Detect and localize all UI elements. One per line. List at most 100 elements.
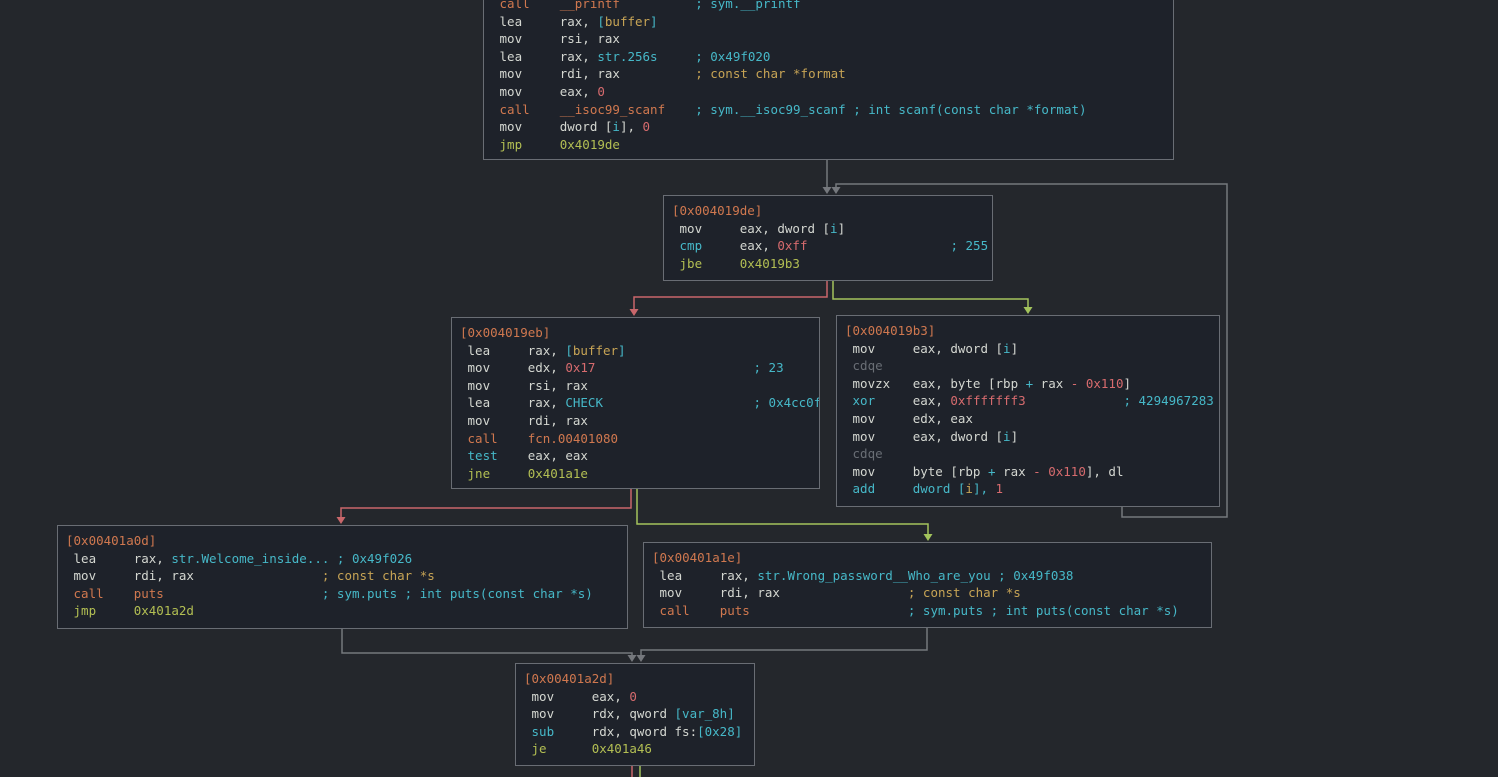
asm-token: call puts	[652, 603, 750, 618]
asm-token: i	[830, 221, 838, 236]
asm-token: ; sym.__isoc99_scanf ; int scanf(const c…	[665, 102, 1086, 117]
asm-token: mov rdi, rax	[492, 66, 620, 81]
asm-line[interactable]: mov rsi, rax	[492, 30, 1165, 48]
asm-token: i	[1003, 341, 1011, 356]
asm-token: call __isoc99_scanf	[492, 102, 665, 117]
asm-line[interactable]: sub rdx, qword fs:[0x28]	[524, 723, 746, 741]
arrowhead-down-icon	[337, 517, 346, 524]
asm-line[interactable]: lea rax, str.256s ; 0x49f020	[492, 48, 1165, 66]
asm-token: i	[1003, 429, 1011, 444]
block-0x00401a0d[interactable]: [0x00401a0d] lea rax, str.Welcome_inside…	[57, 525, 628, 629]
asm-line[interactable]: cdqe	[845, 357, 1211, 375]
asm-line[interactable]: mov rdi, rax	[460, 412, 811, 430]
block-address-label[interactable]: [0x004019eb]	[460, 324, 811, 342]
block-address-label[interactable]: [0x00401a2d]	[524, 670, 746, 688]
asm-token: movzx eax, byte [rbp	[845, 376, 1026, 391]
asm-token: - 0x110	[1071, 376, 1124, 391]
block-address-label[interactable]: [0x00401a1e]	[652, 549, 1203, 567]
asm-line[interactable]: mov byte [rbp + rax - 0x110], dl	[845, 463, 1211, 481]
edge-0x4019de-false-to-0x4019eb	[630, 281, 828, 316]
asm-line[interactable]: jmp 0x4019de	[492, 136, 1165, 154]
asm-token: lea rax,	[66, 551, 171, 566]
asm-token: mov rdx, qword	[524, 706, 675, 721]
asm-line[interactable]: mov eax, dword [i]	[845, 340, 1211, 358]
asm-line[interactable]: mov rdi, rax ; const char *s	[66, 567, 619, 585]
asm-line[interactable]: mov rdx, qword [var_8h]	[524, 705, 746, 723]
asm-line[interactable]: call __printf ; sym.__printf	[492, 0, 1165, 13]
asm-token: eax,	[875, 393, 950, 408]
asm-line[interactable]: call puts ; sym.puts ; int puts(const ch…	[652, 602, 1203, 620]
asm-line[interactable]: mov rsi, rax	[460, 377, 811, 395]
block-address-label[interactable]: [0x004019de]	[672, 202, 984, 220]
asm-token: cdqe	[845, 358, 883, 373]
asm-line[interactable]: call __isoc99_scanf ; sym.__isoc99_scanf…	[492, 101, 1165, 119]
block-address-label[interactable]: [0x00401a0d]	[66, 532, 619, 550]
asm-line[interactable]: mov edx, 0x17 ; 23	[460, 359, 811, 377]
asm-token: mov rsi, rax	[492, 31, 620, 46]
asm-token: 0xff	[777, 238, 807, 253]
asm-token: mov eax, dword [	[845, 341, 1003, 356]
asm-token: ; sym.puts ; int puts(const char *s)	[750, 603, 1179, 618]
asm-token: jbe 0x4019b3	[672, 256, 800, 271]
asm-line[interactable]: mov eax, 0	[524, 688, 746, 706]
asm-token: ; sym.__printf	[620, 0, 801, 11]
asm-line[interactable]: call fcn.00401080	[460, 430, 811, 448]
asm-token: ; sym.puts ; int puts(const char *s)	[164, 586, 593, 601]
asm-token: lea rax,	[492, 49, 597, 64]
asm-token: 1	[996, 481, 1004, 496]
arrowhead-down-icon	[832, 187, 841, 194]
asm-line[interactable]: je 0x401a46	[524, 740, 746, 758]
asm-token: 0xfffffff3	[950, 393, 1025, 408]
asm-token: ]	[618, 343, 626, 358]
asm-token: - 0x110	[1033, 464, 1086, 479]
asm-line[interactable]: xor eax, 0xfffffff3 ; 4294967283	[845, 392, 1211, 410]
asm-line[interactable]: movzx eax, byte [rbp + rax - 0x110]	[845, 375, 1211, 393]
asm-line[interactable]: lea rax, str.Wrong_password__Who_are_you…	[652, 567, 1203, 585]
asm-line[interactable]: mov rdi, rax ; const char *format	[492, 65, 1165, 83]
asm-line[interactable]: mov dword [i], 0	[492, 118, 1165, 136]
arrowhead-down-icon	[823, 187, 832, 194]
asm-line[interactable]: cmp eax, 0xff ; 255	[672, 237, 984, 255]
asm-line[interactable]: mov edx, eax	[845, 410, 1211, 428]
asm-token: ]	[650, 14, 658, 29]
asm-line[interactable]: jne 0x401a1e	[460, 465, 811, 483]
asm-line[interactable]: test eax, eax	[460, 447, 811, 465]
block-0x004019b3[interactable]: [0x004019b3] mov eax, dword [i] cdqe mov…	[836, 315, 1220, 507]
asm-line[interactable]: lea rax, CHECK ; 0x4cc0f0	[460, 394, 811, 412]
asm-token: mov eax, dword [	[845, 429, 1003, 444]
block-0x00401a2d[interactable]: [0x00401a2d] mov eax, 0 mov rdx, qword […	[515, 663, 755, 766]
asm-token: cmp	[672, 238, 702, 253]
disassembly-graph[interactable]: call __printf ; sym.__printf lea rax, [b…	[0, 0, 1498, 777]
asm-token: jmp 0x4019de	[492, 137, 620, 152]
asm-line[interactable]: cdqe	[845, 445, 1211, 463]
asm-line[interactable]: jmp 0x401a2d	[66, 602, 619, 620]
asm-line[interactable]: lea rax, [buffer]	[492, 13, 1165, 31]
asm-line[interactable]: lea rax, str.Welcome_inside... ; 0x49f02…	[66, 550, 619, 568]
asm-line[interactable]: mov eax, 0	[492, 83, 1165, 101]
asm-token: call puts	[66, 586, 164, 601]
asm-token: call fcn.00401080	[460, 431, 618, 446]
arrowhead-down-icon	[637, 655, 646, 662]
block-address-label[interactable]: [0x004019b3]	[845, 322, 1211, 340]
asm-line[interactable]: jbe 0x4019b3	[672, 255, 984, 273]
asm-line[interactable]: mov eax, dword [i]	[672, 220, 984, 238]
edge-0x4019de-true-to-0x4019b3	[833, 281, 1033, 314]
asm-token: str.Welcome_inside... ; 0x49f026	[171, 551, 412, 566]
asm-token: ]	[1011, 341, 1019, 356]
asm-line[interactable]: lea rax, [buffer]	[460, 342, 811, 360]
asm-token: ]	[1123, 376, 1131, 391]
asm-line[interactable]: call puts ; sym.puts ; int puts(const ch…	[66, 585, 619, 603]
arrowhead-down-icon	[924, 534, 933, 541]
asm-token: mov dword [	[492, 119, 612, 134]
edge-0x401a1e-to-0x401a2d	[637, 628, 928, 662]
asm-token: jne 0x401a1e	[460, 466, 588, 481]
asm-token: ],	[973, 481, 996, 496]
asm-line[interactable]: mov eax, dword [i]	[845, 428, 1211, 446]
block-0x004019de[interactable]: [0x004019de] mov eax, dword [i] cmp eax,…	[663, 195, 993, 281]
asm-token: mov eax, dword [	[672, 221, 830, 236]
block-0x00401a1e[interactable]: [0x00401a1e] lea rax, str.Wrong_password…	[643, 542, 1212, 628]
block-entry-clipped[interactable]: call __printf ; sym.__printf lea rax, [b…	[483, 0, 1174, 160]
asm-line[interactable]: mov rdi, rax ; const char *s	[652, 584, 1203, 602]
asm-line[interactable]: add dword [i], 1	[845, 480, 1211, 498]
block-0x004019eb[interactable]: [0x004019eb] lea rax, [buffer] mov edx, …	[451, 317, 820, 489]
